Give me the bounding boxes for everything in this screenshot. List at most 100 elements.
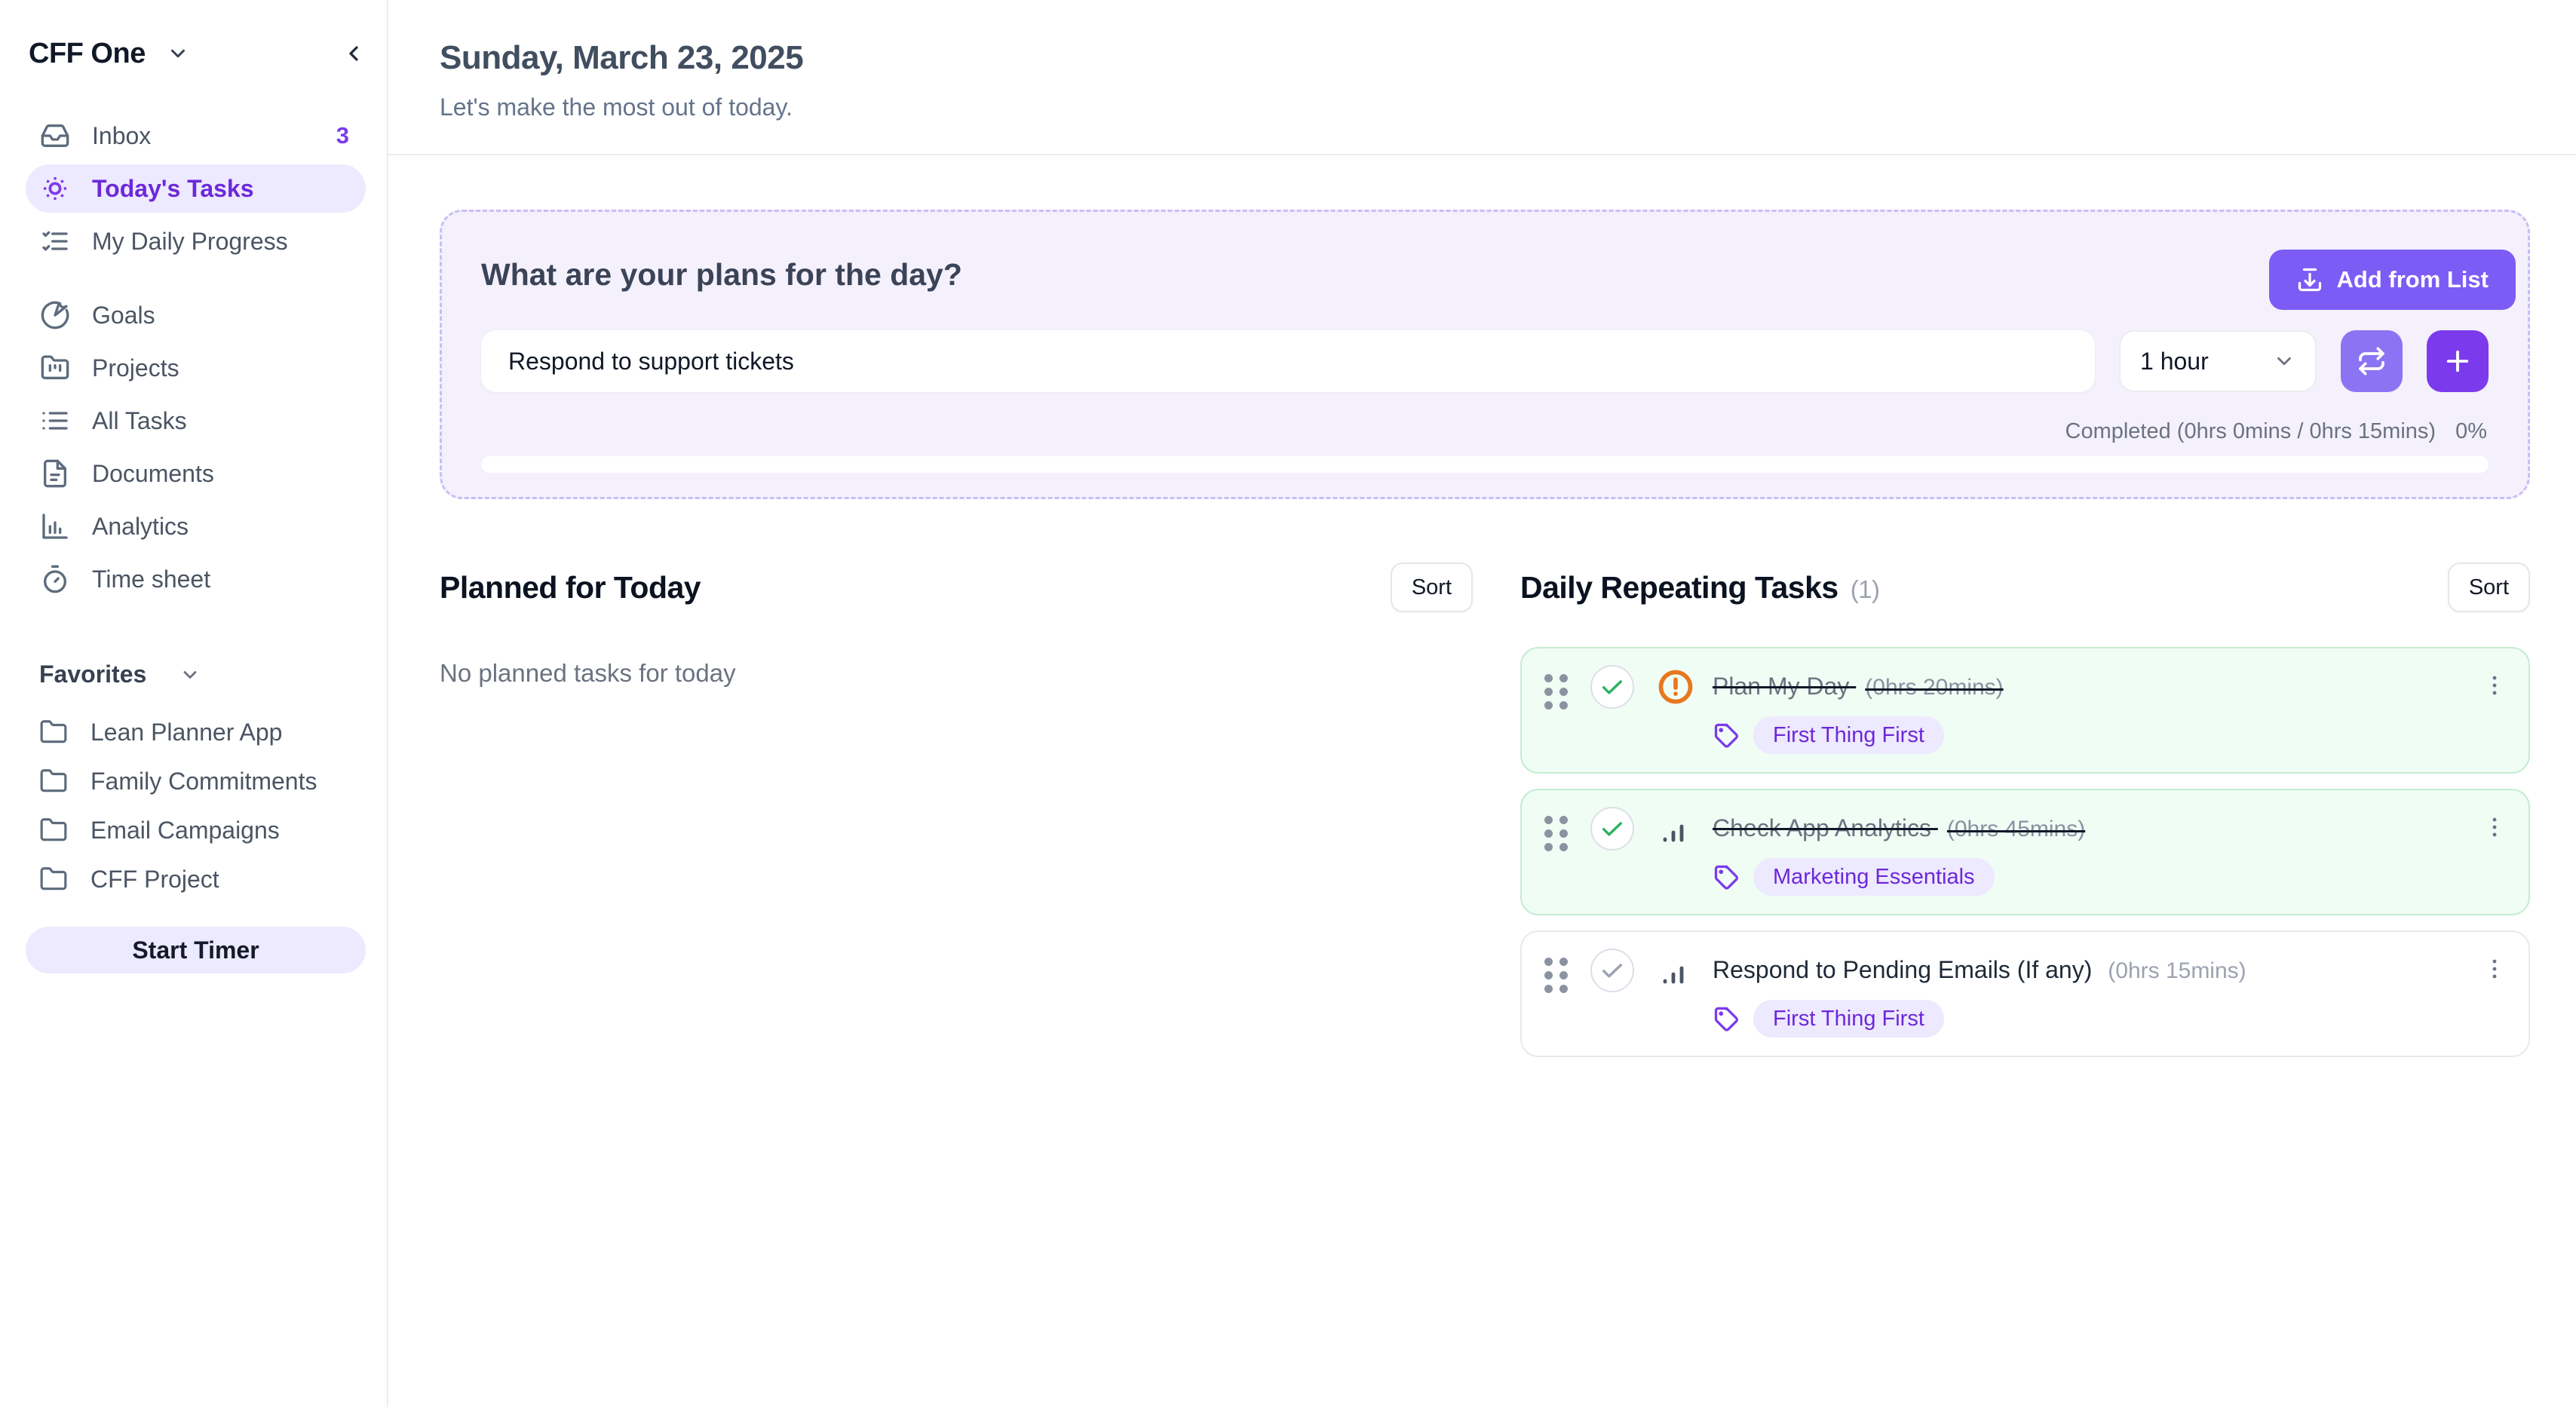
completed-percent: 0% xyxy=(2455,419,2487,444)
tag-icon xyxy=(1713,722,1740,749)
tag-icon xyxy=(1713,1005,1740,1032)
drag-handle-icon[interactable] xyxy=(1544,958,1568,993)
sidebar-item-projects[interactable]: Projects xyxy=(26,344,366,392)
planned-today-sort-button[interactable]: Sort xyxy=(1391,562,1473,612)
task-menu-icon[interactable] xyxy=(2482,956,2507,982)
sidebar-item-label: My Daily Progress xyxy=(92,228,288,256)
file-text-icon xyxy=(39,458,71,489)
daily-repeating-section: Daily Repeating Tasks (1) Sort xyxy=(1520,562,2530,1057)
daily-repeating-count: (1) xyxy=(1851,575,1880,604)
add-from-list-button[interactable]: Add from List xyxy=(2269,250,2516,310)
page-subtitle: Let's make the most out of today. xyxy=(440,93,2525,121)
planned-today-section: Planned for Today Sort No planned tasks … xyxy=(440,562,1473,1057)
folder-kanban-icon xyxy=(39,352,71,384)
sidebar: CFF One Inbox 3 Today's Tasks My Daily P… xyxy=(0,0,388,1407)
task-duration: (0hrs 45mins) xyxy=(1947,817,2085,841)
daily-repeating-sort-button[interactable]: Sort xyxy=(2448,562,2530,612)
main-content: Sunday, March 23, 2025 Let's make the mo… xyxy=(388,0,2576,1407)
sidebar-item-all-tasks[interactable]: All Tasks xyxy=(26,397,366,445)
workspace-name: CFF One xyxy=(29,38,146,70)
sidebar-item-label: Inbox xyxy=(92,122,151,150)
completed-summary: Completed (0hrs 0mins / 0hrs 15mins) xyxy=(2065,419,2436,444)
folder-icon xyxy=(39,767,69,797)
task-tag-badge: First Thing First xyxy=(1753,1000,1944,1038)
add-task-button[interactable] xyxy=(2427,330,2489,392)
list-icon xyxy=(39,405,71,437)
planned-today-title: Planned for Today xyxy=(440,570,701,605)
collapse-sidebar-icon[interactable] xyxy=(342,41,366,66)
check-icon xyxy=(1599,958,1625,983)
sidebar-item-label: Goals xyxy=(92,302,155,330)
favorite-item-family-commitments[interactable]: Family Commitments xyxy=(26,757,366,806)
goal-icon xyxy=(39,299,71,331)
task-checkbox[interactable] xyxy=(1590,807,1634,851)
import-list-icon xyxy=(2296,266,2323,293)
task-duration: (0hrs 15mins) xyxy=(2108,958,2246,983)
list-checks-icon xyxy=(39,225,71,257)
folder-icon xyxy=(39,718,69,748)
task-tag-badge: First Thing First xyxy=(1753,716,1944,754)
favorites-list: Lean Planner App Family Commitments Emai… xyxy=(26,708,366,904)
sidebar-nav-primary: Inbox 3 Today's Tasks My Daily Progress … xyxy=(26,112,366,608)
sidebar-item-label: Time sheet xyxy=(92,566,210,593)
sidebar-item-documents[interactable]: Documents xyxy=(26,449,366,498)
signal-bars-icon xyxy=(1655,950,1696,991)
task-title: Plan My Day xyxy=(1713,673,1849,700)
sidebar-item-label: All Tasks xyxy=(92,407,187,435)
chevron-down-icon xyxy=(2273,350,2295,372)
chevron-down-icon[interactable] xyxy=(179,664,201,685)
tag-icon xyxy=(1713,863,1740,890)
page-header: Sunday, March 23, 2025 Let's make the mo… xyxy=(388,0,2576,155)
sidebar-item-inbox[interactable]: Inbox 3 xyxy=(26,112,366,160)
daily-repeating-title-text: Daily Repeating Tasks xyxy=(1520,570,1838,605)
plans-card-title: What are your plans for the day? xyxy=(481,212,2489,293)
task-row: Respond to Pending Emails (If any) (0hrs… xyxy=(1520,930,2530,1057)
folder-icon xyxy=(39,865,69,895)
sidebar-item-my-daily-progress[interactable]: My Daily Progress xyxy=(26,217,366,265)
bar-chart-icon xyxy=(39,510,71,542)
favorite-item-lean-planner-app[interactable]: Lean Planner App xyxy=(26,708,366,757)
inbox-icon xyxy=(39,120,71,152)
daily-repeating-title: Daily Repeating Tasks (1) xyxy=(1520,570,1880,605)
new-task-input[interactable] xyxy=(481,330,2095,392)
sidebar-item-todays-tasks[interactable]: Today's Tasks xyxy=(26,164,366,213)
sidebar-item-time-sheet[interactable]: Time sheet xyxy=(26,555,366,603)
daily-plans-card: What are your plans for the day? Add fro… xyxy=(440,210,2530,499)
task-menu-icon[interactable] xyxy=(2482,673,2507,698)
favorite-item-email-campaigns[interactable]: Email Campaigns xyxy=(26,806,366,855)
favorite-item-label: Email Campaigns xyxy=(90,817,280,845)
workspace-switcher[interactable]: CFF One xyxy=(26,32,366,75)
start-timer-button[interactable]: Start Timer xyxy=(26,927,366,973)
add-from-list-label: Add from List xyxy=(2337,266,2489,293)
page-title: Sunday, March 23, 2025 xyxy=(440,39,2525,77)
repeat-task-button[interactable] xyxy=(2341,330,2403,392)
sidebar-item-label: Projects xyxy=(92,354,179,382)
sidebar-item-label: Documents xyxy=(92,460,214,488)
task-menu-icon[interactable] xyxy=(2482,814,2507,840)
task-row: Check App Analytics (0hrs 45mins) Market… xyxy=(1520,789,2530,915)
repeat-icon xyxy=(2357,346,2387,376)
plus-icon xyxy=(2442,345,2473,377)
task-checkbox[interactable] xyxy=(1590,949,1634,992)
favorites-header[interactable]: Favorites xyxy=(26,661,366,688)
drag-handle-icon[interactable] xyxy=(1544,674,1568,710)
task-duration: (0hrs 20mins) xyxy=(1865,675,2003,700)
duration-select[interactable]: 1 hour xyxy=(2119,330,2317,392)
favorite-item-label: CFF Project xyxy=(90,866,219,894)
sidebar-item-analytics[interactable]: Analytics xyxy=(26,502,366,550)
favorite-item-label: Family Commitments xyxy=(90,768,317,795)
signal-bars-icon xyxy=(1655,808,1696,849)
sidebar-item-goals[interactable]: Goals xyxy=(26,291,366,339)
folder-icon xyxy=(39,816,69,846)
inbox-count-badge: 3 xyxy=(336,122,349,149)
task-title: Respond to Pending Emails (If any) xyxy=(1713,956,2092,983)
favorite-item-cff-project[interactable]: CFF Project xyxy=(26,855,366,904)
day-progress-bar xyxy=(481,456,2489,473)
favorite-item-label: Lean Planner App xyxy=(90,719,282,746)
duration-value: 1 hour xyxy=(2140,348,2209,376)
chevron-down-icon[interactable] xyxy=(167,42,189,65)
alert-circle-icon xyxy=(1655,667,1696,707)
task-tag-badge: Marketing Essentials xyxy=(1753,858,1995,896)
drag-handle-icon[interactable] xyxy=(1544,816,1568,851)
task-checkbox[interactable] xyxy=(1590,665,1634,709)
